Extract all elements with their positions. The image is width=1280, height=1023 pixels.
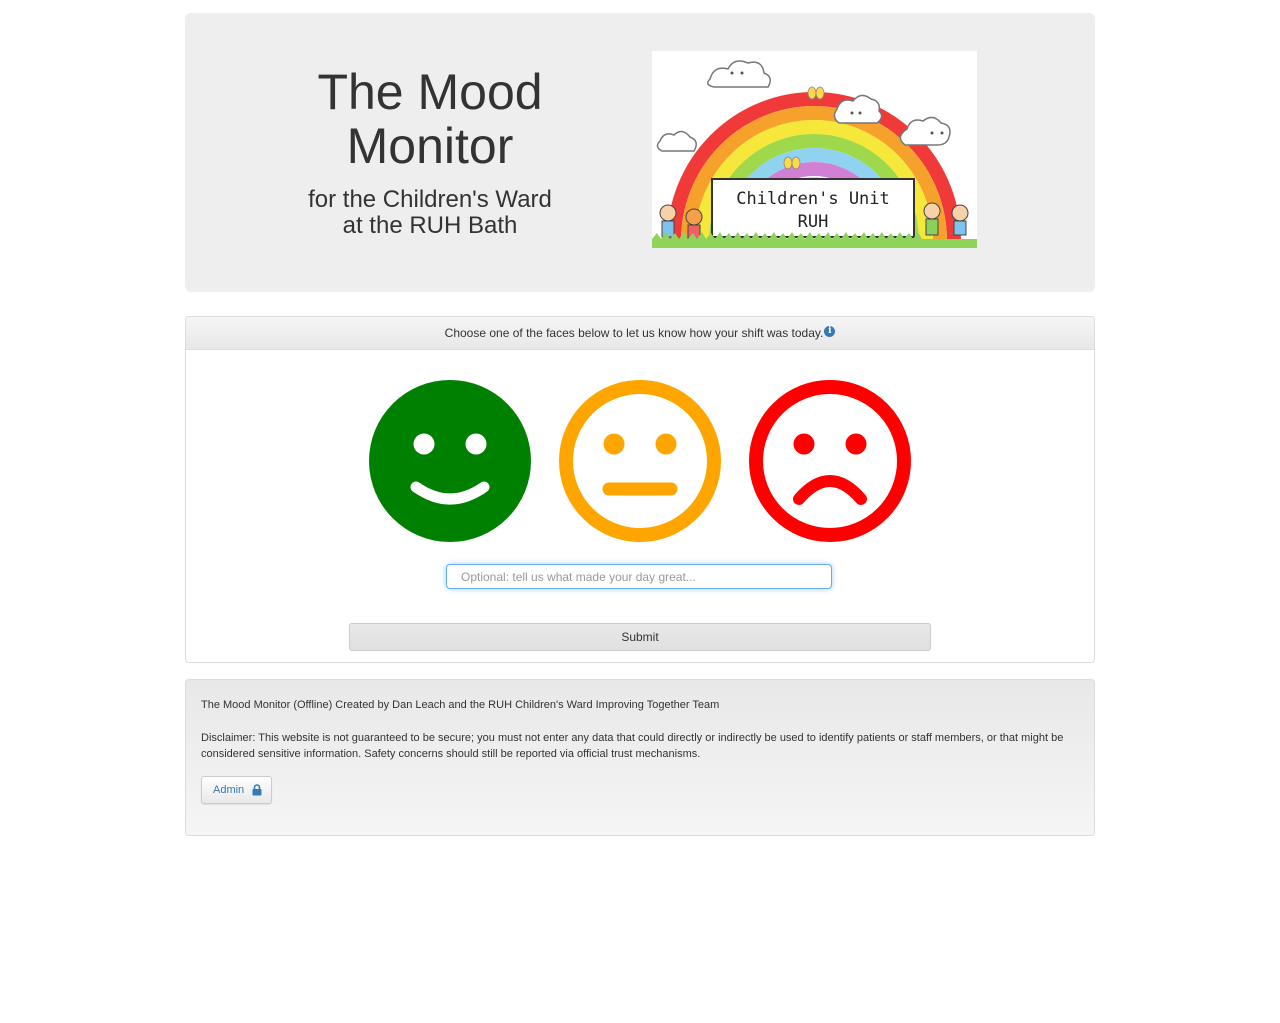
- admin-button-label: Admin: [213, 784, 245, 796]
- credit-text: The Mood Monitor (Offline) Created by Da…: [201, 699, 720, 711]
- happy-face-icon[interactable]: [369, 380, 531, 542]
- disclaimer-text: Disclaimer: This website is not guarante…: [201, 732, 1064, 760]
- subtitle-line-1: for the Children's Ward: [308, 186, 552, 213]
- header-jumbotron: The Mood Monitor for the Children's Ward…: [185, 13, 1095, 292]
- title-line-2: Monitor: [346, 118, 514, 174]
- childrens-unit-logo: Children's Unit RUH: [652, 51, 977, 248]
- logo-banner-line-1: Children's Unit: [736, 189, 890, 209]
- survey-prompt: Choose one of the faces below to let us …: [444, 326, 824, 340]
- comment-input[interactable]: [446, 564, 832, 589]
- page-subtitle: for the Children's Ward at the RUH Bath: [260, 187, 600, 239]
- mood-survey-panel: Choose one of the faces below to let us …: [185, 316, 1095, 663]
- info-circle-icon[interactable]: i: [824, 326, 836, 337]
- admin-button[interactable]: Admin: [201, 776, 272, 804]
- submit-button[interactable]: Submit: [349, 623, 931, 651]
- title-block: The Mood Monitor for the Children's Ward…: [260, 65, 600, 239]
- lock-icon: [252, 784, 262, 796]
- neutral-face-icon[interactable]: [559, 380, 721, 542]
- sad-face-icon[interactable]: [749, 380, 911, 542]
- rainbow-illustration: Children's Unit RUH: [652, 60, 977, 248]
- subtitle-line-2: at the RUH Bath: [342, 212, 518, 239]
- page-title: The Mood Monitor: [260, 65, 600, 173]
- face-options: [369, 380, 911, 542]
- footer-well: The Mood Monitor (Offline) Created by Da…: [185, 679, 1095, 836]
- panel-heading: Choose one of the faces below to let us …: [186, 317, 1094, 350]
- title-line-1: The Mood: [317, 64, 543, 120]
- logo-banner-line-2: RUH: [798, 212, 829, 232]
